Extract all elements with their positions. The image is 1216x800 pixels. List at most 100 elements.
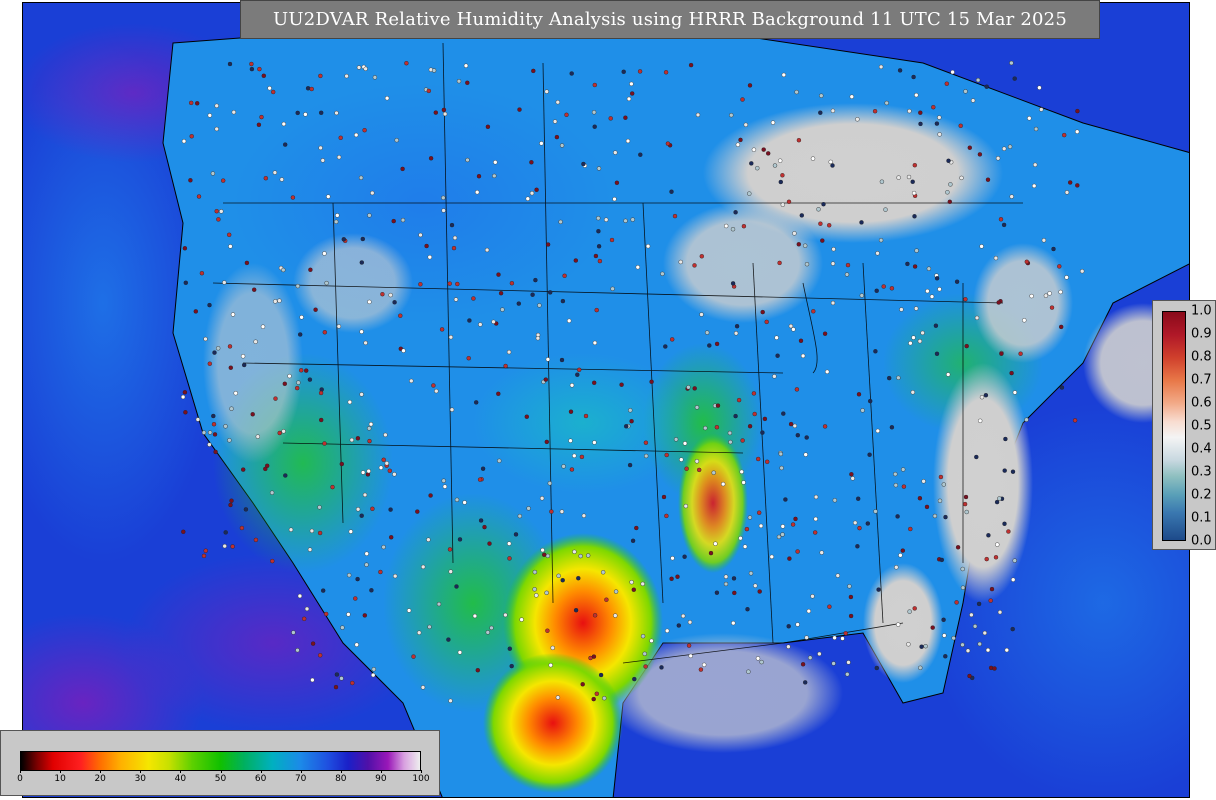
station-dot <box>320 158 325 163</box>
station-dot <box>795 549 800 554</box>
station-dot <box>1032 183 1037 189</box>
station-dot <box>910 390 915 395</box>
station-dot <box>463 63 469 68</box>
station-dot <box>478 322 483 327</box>
station-dot <box>682 441 688 446</box>
station-dot <box>943 514 948 520</box>
station-dot <box>287 373 292 379</box>
station-dot <box>778 158 783 163</box>
station-dot <box>578 553 583 559</box>
station-dot <box>356 65 362 70</box>
station-dot <box>1002 521 1007 526</box>
station-dot <box>1018 351 1023 356</box>
station-dot <box>948 182 953 187</box>
station-dot <box>859 220 864 225</box>
station-dot <box>417 630 422 635</box>
station-dot <box>792 231 797 236</box>
station-dot <box>896 175 901 180</box>
station-dot <box>592 440 597 445</box>
station-dot <box>1049 305 1055 310</box>
station-dot <box>194 101 200 106</box>
station-dot <box>982 630 987 636</box>
station-dot <box>893 471 898 477</box>
station-dot <box>661 494 667 500</box>
station-dot <box>985 177 991 182</box>
station-dot <box>1039 107 1044 112</box>
rh-tick-label: 30 <box>134 774 147 784</box>
station-dot <box>393 573 398 579</box>
station-dot <box>793 516 798 522</box>
station-dot <box>452 235 458 241</box>
station-dot <box>503 363 508 369</box>
station-dot <box>917 339 923 344</box>
station-dot <box>945 190 950 195</box>
station-dot <box>954 600 959 605</box>
station-dot <box>182 246 188 251</box>
station-dot <box>454 497 460 502</box>
station-dot <box>963 494 969 500</box>
station-dot <box>751 147 757 152</box>
station-dot <box>804 635 809 640</box>
station-dot <box>475 668 480 673</box>
station-dot <box>384 95 390 101</box>
rh-tick-mark <box>260 770 262 773</box>
station-dot <box>796 137 802 143</box>
station-dot <box>778 451 783 457</box>
station-dot <box>334 672 340 677</box>
increment-tick-label: 0.9 <box>1191 326 1212 342</box>
station-dot <box>996 300 1001 305</box>
station-dot <box>277 298 282 303</box>
station-dot <box>762 416 768 422</box>
station-dot <box>760 430 765 435</box>
station-dot <box>898 553 903 558</box>
station-dot <box>678 259 683 265</box>
station-dot <box>665 628 670 633</box>
station-dot <box>1009 370 1014 376</box>
station-dot <box>670 337 675 342</box>
station-dot <box>757 510 762 515</box>
station-dot <box>893 483 898 488</box>
station-dot <box>992 666 997 671</box>
station-dot <box>1010 626 1015 632</box>
station-dot <box>730 226 736 232</box>
station-dot <box>500 307 505 312</box>
rh-tick-label: 10 <box>54 774 66 784</box>
increment-tick-label: 0.6 <box>1191 395 1212 411</box>
station-dot <box>441 107 447 113</box>
station-dot <box>776 534 782 540</box>
increment-tick-label: 0.1 <box>1191 510 1212 526</box>
station-dot <box>535 336 541 341</box>
station-dot <box>296 380 301 385</box>
station-dot <box>632 676 637 682</box>
station-dot <box>581 161 586 167</box>
station-dot <box>684 466 689 471</box>
station-dot <box>874 665 879 671</box>
increment-tick-label: 0.2 <box>1191 487 1212 503</box>
station-dot <box>602 696 607 701</box>
station-dot <box>912 264 918 269</box>
station-dot <box>519 617 524 622</box>
station-dot <box>1002 468 1007 473</box>
station-dot <box>978 418 983 423</box>
station-dot <box>475 189 480 195</box>
station-dot <box>619 382 624 387</box>
station-dot <box>699 254 704 259</box>
station-dot <box>867 452 872 457</box>
station-dot <box>830 300 836 306</box>
rh-tick-mark <box>60 770 62 773</box>
station-dot <box>977 641 982 647</box>
station-dot <box>638 152 643 157</box>
station-dot <box>993 255 999 261</box>
station-dot <box>908 526 913 532</box>
station-dot <box>818 221 823 226</box>
station-dot <box>813 530 818 535</box>
station-dot <box>845 672 850 677</box>
station-dot <box>446 637 451 642</box>
station-dot <box>621 69 626 75</box>
rh-tick-label: 90 <box>375 774 387 784</box>
station-dot <box>733 210 738 215</box>
station-dot <box>307 547 313 552</box>
station-dot <box>229 498 234 503</box>
station-dot <box>530 292 535 297</box>
station-dot <box>455 281 460 287</box>
